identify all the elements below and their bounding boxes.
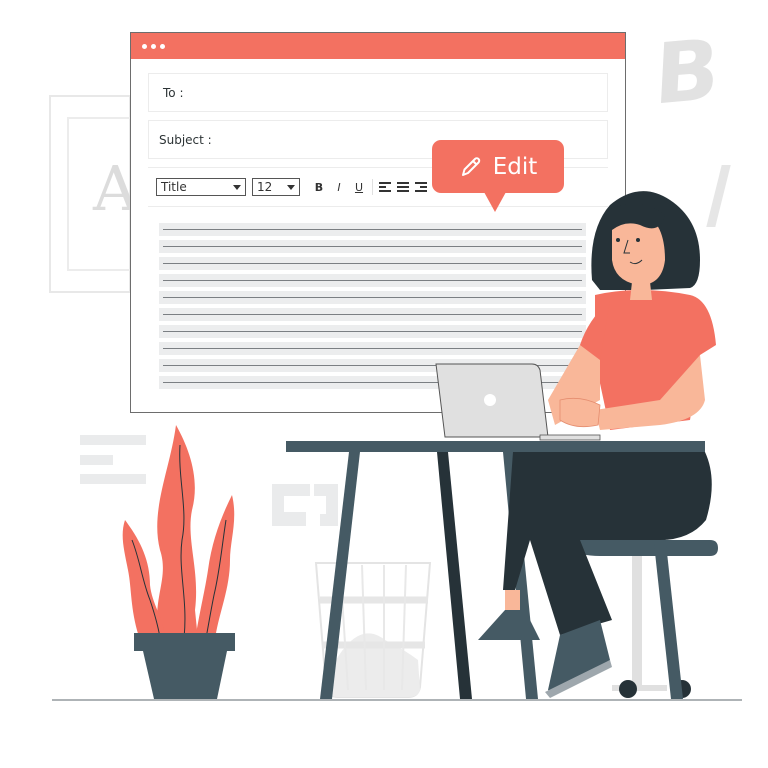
- potted-plant: [122, 425, 235, 699]
- scene-illustration: [122, 191, 718, 699]
- woman-hands: [559, 397, 601, 428]
- woman-head: [591, 191, 700, 300]
- floor-line: [52, 699, 742, 701]
